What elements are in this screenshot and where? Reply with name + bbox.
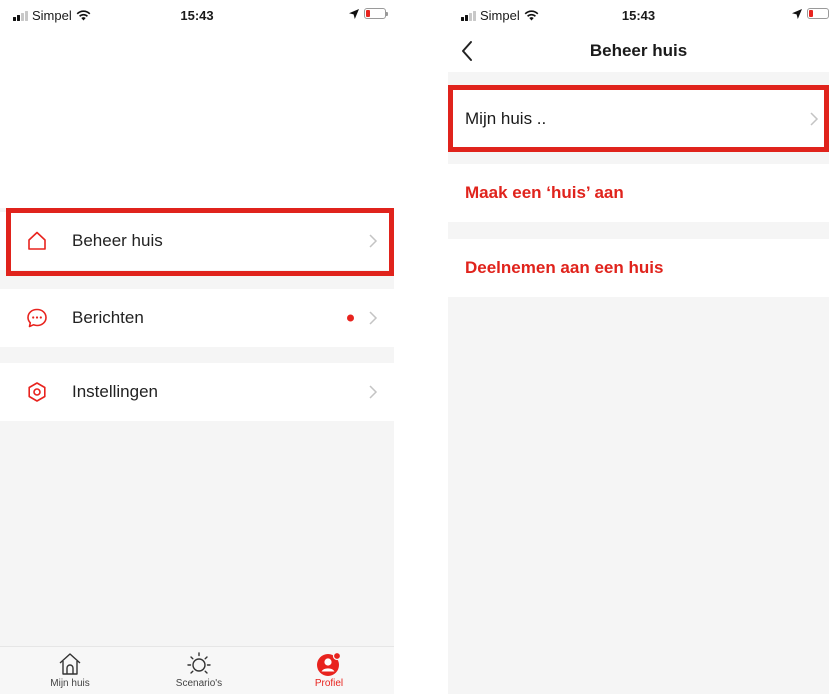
create-home-button[interactable]: Maak een ‘huis’ aan <box>448 164 829 222</box>
tab-mijn-huis[interactable]: Mijn huis <box>20 651 120 689</box>
home-item-label: Mijn huis .. <box>465 109 547 128</box>
join-home-button[interactable]: Deelnemen aan een huis <box>448 239 829 297</box>
clock: 15:43 <box>621 8 656 23</box>
create-home-label: Maak een ‘huis’ aan <box>465 183 624 202</box>
tab-label: Profiel <box>314 678 344 689</box>
house-icon <box>59 653 81 675</box>
chevron-right-icon <box>369 311 378 325</box>
location-arrow-icon <box>349 8 359 19</box>
profile-icon <box>317 651 342 676</box>
tab-label: Mijn huis <box>50 678 90 689</box>
battery-icon <box>807 8 829 19</box>
profile-screen: Simpel 15:43 Beheer huis Berichten Inste… <box>0 0 394 694</box>
home-item-mijn-huis[interactable]: Mijn huis .. <box>448 90 829 148</box>
page-title: Beheer huis <box>589 41 688 60</box>
menu-item-label: Instellingen <box>72 382 159 401</box>
location-arrow-icon <box>792 8 802 19</box>
tab-scenarios[interactable]: Scenario's <box>149 651 249 689</box>
hexagon-settings-icon <box>28 382 46 402</box>
chevron-right-icon <box>369 234 378 248</box>
menu-item-beheer-huis[interactable]: Beheer huis <box>0 212 394 270</box>
beheer-huis-screen: Simpel 15:43 Beheer huis Mijn huis .. Ma… <box>448 0 829 694</box>
menu-item-instellingen[interactable]: Instellingen <box>0 363 394 421</box>
tab-label: Scenario's <box>175 678 223 689</box>
status-bar: Simpel 15:43 <box>448 0 829 30</box>
status-bar: Simpel 15:43 <box>0 0 394 30</box>
unread-badge <box>347 314 354 322</box>
profile-header-area <box>0 30 394 208</box>
chevron-right-icon <box>810 112 819 126</box>
tab-bar: Mijn huis Scenario's Profiel <box>0 646 394 694</box>
chat-bubble-icon <box>27 308 47 328</box>
clock: 15:43 <box>180 8 214 23</box>
menu-item-berichten[interactable]: Berichten <box>0 289 394 347</box>
battery-icon <box>364 8 388 19</box>
sun-icon <box>187 652 211 674</box>
join-home-label: Deelnemen aan een huis <box>465 258 664 277</box>
house-outline-icon <box>28 231 46 250</box>
tab-profiel[interactable]: Profiel <box>279 651 379 689</box>
chevron-right-icon <box>369 385 378 399</box>
menu-item-label: Beheer huis <box>72 231 163 250</box>
menu-item-label: Berichten <box>72 308 144 327</box>
navigation-bar: Beheer huis <box>448 30 829 72</box>
